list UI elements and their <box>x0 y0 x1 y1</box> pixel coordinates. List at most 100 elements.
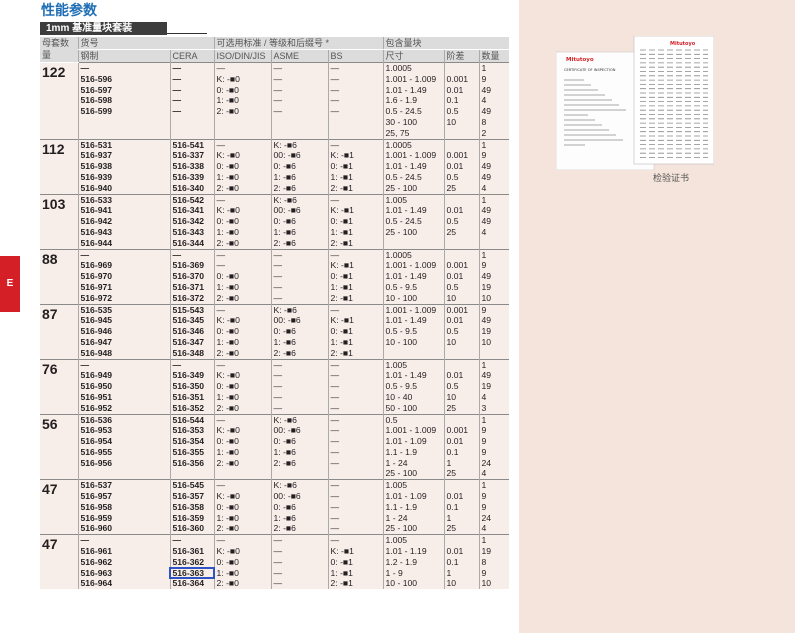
table-row: 56 516-536 516-544— K: -■6—0.5 1 <box>40 413 510 480</box>
cell-size: 1.001 - 1.009 <box>382 73 445 85</box>
table-row: 516-964 516-364 2: -■0—2: -■1 10 - 100 10 10 <box>40 578 510 590</box>
section-underline <box>167 33 207 34</box>
cell-iso: 1: -■0 <box>213 171 272 183</box>
cell-size: 25 - 100 <box>382 182 445 195</box>
cell-iso: 0: -■0 <box>213 501 272 513</box>
cell-size: 0.5 - 24.5 <box>382 171 445 183</box>
cell-asme: — <box>270 84 329 96</box>
cell-steel: 516-946 <box>77 326 170 337</box>
cell-size: 30 - 100 <box>382 116 445 128</box>
cell-step: 0.001 <box>443 260 480 272</box>
cell-bs: 2: -■1 <box>327 292 384 305</box>
cell-iso: 1: -■0 <box>213 336 272 348</box>
cell-steel: 516-948 <box>77 347 170 360</box>
cell-qty: 49 <box>478 171 510 183</box>
cell-qty: 1 <box>478 358 510 371</box>
cell-qty: 10 <box>478 336 510 348</box>
cell-bs: 2: -■1 <box>327 578 384 590</box>
cell-size: 1.0005 <box>382 248 445 261</box>
cell-steel: 516-531 <box>77 138 170 151</box>
cell-steel: 516-962 <box>77 556 170 568</box>
cell-qty: 49 <box>478 84 510 96</box>
cell-bs: — <box>327 303 384 316</box>
cell-size <box>382 347 445 360</box>
cell-steel: 516-961 <box>77 546 170 557</box>
cell-iso: 1: -■0 <box>213 567 272 579</box>
cell-steel: 516-956 <box>77 457 170 469</box>
table-row: 516-959 516-359 1: -■0 1: -■6—1 - 24 1 24 <box>40 512 510 524</box>
set-count: 122 <box>40 62 78 140</box>
cell-steel: 516-959 <box>77 512 170 524</box>
table-row: 516-956 516-356 2: -■0 2: -■6—1 - 24 1 24 <box>40 457 510 469</box>
cell-iso: 2: -■0 <box>213 457 272 469</box>
cell-step: 0.5 <box>443 171 480 183</box>
cell-steel: — <box>77 61 170 74</box>
logo-text-2: Mitutoyo <box>670 41 696 47</box>
cell-asme: 2: -■6 <box>270 237 329 250</box>
table-row: 516-953 516-353 K: -■0 00: -■6—1.001 - 1.00… <box>40 425 510 437</box>
cell-asme: — <box>270 534 329 547</box>
cell-qty: 9 <box>478 491 510 502</box>
side-index-tab[interactable]: E <box>0 256 20 312</box>
cell-iso: K: -■0 <box>213 546 272 557</box>
cell-iso: K: -■0 <box>213 150 272 162</box>
cell-step: 0.001 <box>443 150 480 162</box>
cell-steel: 516-937 <box>77 150 170 162</box>
cell-size: 1.01 - 1.09 <box>382 491 445 502</box>
table-row: 516-952 516-352 2: -■0— —50 - 100 25 3 <box>40 402 510 414</box>
cell-qty: 4 <box>478 95 510 107</box>
cell-cera: 516-338 <box>169 161 215 172</box>
header-set-count: 母套数量 <box>40 37 78 63</box>
cell-steel: 516-537 <box>77 479 170 492</box>
table-row: 516-937 516-337 K: -■0 00: -■6 K: -■1 1.001 -… <box>40 150 510 162</box>
cell-bs: 1: -■1 <box>327 336 384 348</box>
table-row: 516-960 516-360 2: -■0 2: -■6—25 - 100 25 4 <box>40 523 510 535</box>
cell-steel: 516-969 <box>77 260 170 272</box>
cell-cera: 516-339 <box>169 171 215 183</box>
table-row: 516-597—0: -■0— —1.01 - 1.49 0.01 49 <box>40 84 510 96</box>
cell-asme: K: -■6 <box>270 479 329 492</box>
cell-cera: 516-341 <box>169 205 215 217</box>
set-count: 88 <box>40 248 78 305</box>
cell-iso: 0: -■0 <box>213 271 272 282</box>
cell-steel <box>77 127 170 140</box>
cell-iso: — <box>213 61 272 74</box>
set-count: 76 <box>40 358 78 414</box>
cell-steel: 516-599 <box>77 106 170 117</box>
cell-cera: 516-346 <box>169 326 215 337</box>
cell-qty: 19 <box>478 326 510 337</box>
cell-iso: K: -■0 <box>213 73 272 85</box>
cell-bs: — <box>327 95 384 107</box>
cell-bs: — <box>327 446 384 458</box>
cell-iso: K: -■0 <box>213 370 272 382</box>
cell-iso: — <box>213 260 272 272</box>
cell-step: 0.001 <box>443 73 480 85</box>
cell-step: 0.01 <box>443 161 480 172</box>
cell-asme: 1: -■6 <box>270 171 329 183</box>
cell-bs: 1: -■1 <box>327 567 384 579</box>
cell-bs: — <box>327 381 384 392</box>
cell-size: 1.6 - 1.9 <box>382 95 445 107</box>
cell-step: 10 <box>443 391 480 403</box>
cell-size: 25 - 100 <box>382 226 445 238</box>
cell-steel: 516-596 <box>77 73 170 85</box>
cell-iso: — <box>213 303 272 316</box>
cell-cera: — <box>169 106 215 117</box>
table-row: 516-955 516-355 1: -■0 1: -■6—1.1 - 1.9 0.1 9 <box>40 446 510 458</box>
cell-cera: 516-348 <box>169 347 215 360</box>
cell-step <box>443 237 480 250</box>
cell-size: 1.0005 <box>382 61 445 74</box>
cell-steel: — <box>77 534 170 547</box>
cell-iso: 0: -■0 <box>213 216 272 227</box>
cell-bs: — <box>327 248 384 261</box>
table-row: 516-943 516-343 1: -■0 1: -■6 1: -■1 25 - 100… <box>40 226 510 238</box>
cell-size: 1.0005 <box>382 138 445 151</box>
cell-bs: — <box>327 436 384 447</box>
cell-cera: 516-352 <box>169 402 215 414</box>
certificate-heading: CERTIFICATE OF INSPECTION <box>564 68 616 72</box>
cell-qty: 2 <box>478 127 510 140</box>
header-qty: 数量 <box>478 49 510 63</box>
cell-iso: 2: -■0 <box>213 106 272 117</box>
cell-qty: 8 <box>478 556 510 568</box>
cell-step <box>443 138 480 151</box>
